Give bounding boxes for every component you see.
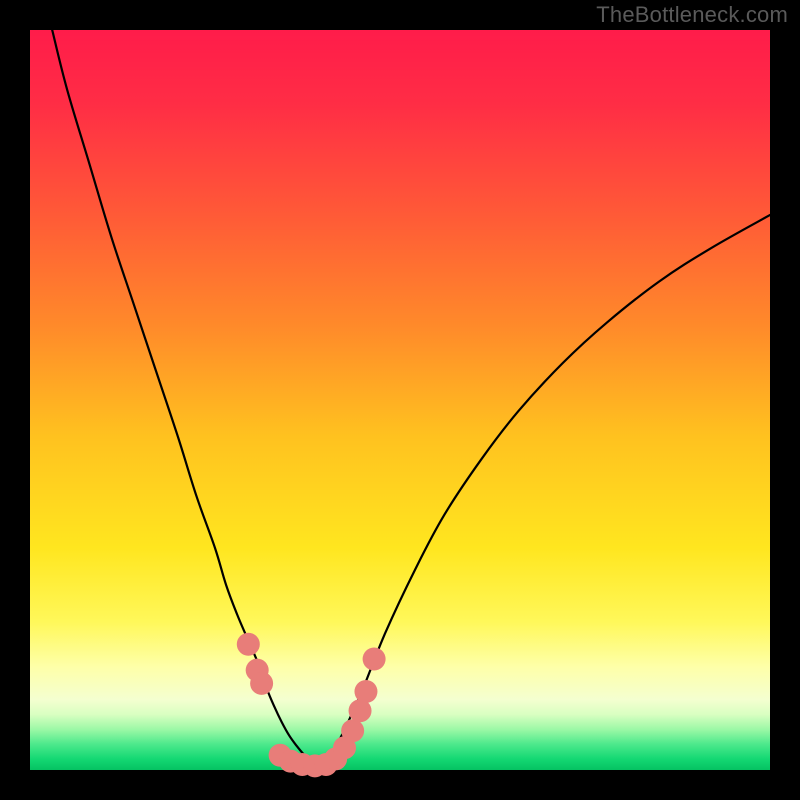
curve-marker: [250, 672, 273, 695]
chart-frame: TheBottleneck.com: [0, 0, 800, 800]
curve-marker: [363, 648, 386, 671]
plot-background: [30, 30, 770, 770]
curve-marker: [354, 680, 377, 703]
chart-svg: [0, 0, 800, 800]
curve-marker: [237, 633, 260, 656]
watermark-text: TheBottleneck.com: [596, 2, 788, 28]
curve-marker: [341, 719, 364, 742]
